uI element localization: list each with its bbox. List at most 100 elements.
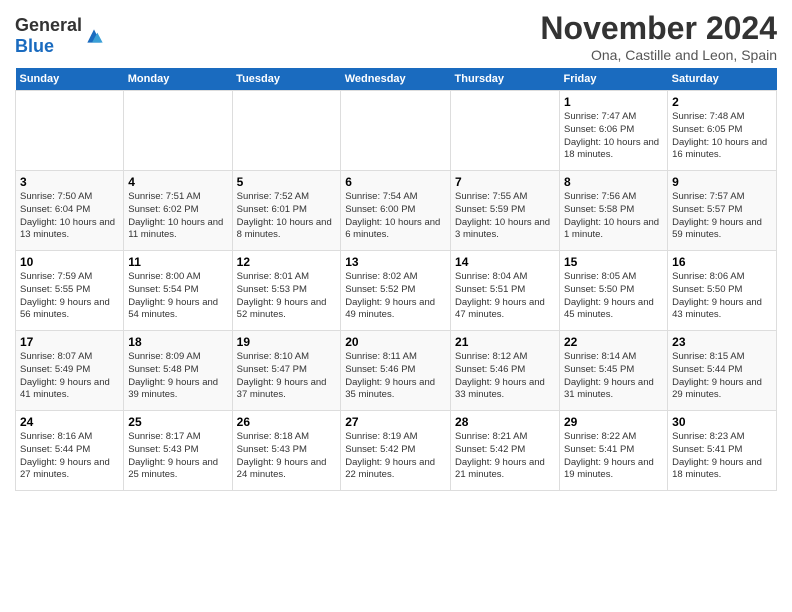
calendar-week-2: 3Sunrise: 7:50 AM Sunset: 6:04 PM Daylig… <box>16 171 777 251</box>
header-row: Sunday Monday Tuesday Wednesday Thursday… <box>16 68 777 91</box>
day-info: Sunrise: 8:07 AM Sunset: 5:49 PM Dayligh… <box>20 351 119 402</box>
day-info: Sunrise: 8:19 AM Sunset: 5:42 PM Dayligh… <box>345 431 446 482</box>
day-number: 21 <box>455 335 555 349</box>
calendar-week-1: 1 Sunrise: 7:47 AM Sunset: 6:06 PM Daylig… <box>16 91 777 171</box>
calendar-week-4: 17 Sunrise: 8:07 AM Sunset: 5:49 PM Dayli… <box>16 331 777 411</box>
day-number: 22 <box>564 335 663 349</box>
calendar-cell: 2Sunrise: 7:48 AM Sunset: 6:05 PM Daylig… <box>668 91 777 171</box>
day-info: Sunrise: 8:10 AM Sunset: 5:47 PM Dayligh… <box>237 351 337 402</box>
day-number: 20 <box>345 335 446 349</box>
day-info: Sunrise: 8:16 AM Sunset: 5:44 PM Dayligh… <box>20 431 119 482</box>
col-monday: Monday <box>124 68 232 91</box>
day-info: Sunrise: 7:51 AM Sunset: 6:02 PM Dayligh… <box>128 191 227 242</box>
col-wednesday: Wednesday <box>341 68 451 91</box>
day-info: Sunrise: 8:02 AM Sunset: 5:52 PM Dayligh… <box>345 271 446 322</box>
calendar-cell: 21 Sunrise: 8:12 AM Sunset: 5:46 PM Dayli… <box>451 331 560 411</box>
logo: General Blue <box>15 15 104 57</box>
day-number: 30 <box>672 415 772 429</box>
title-block: November 2024 Ona, Castille and Leon, Sp… <box>540 10 777 63</box>
calendar-cell <box>232 91 341 171</box>
day-info: Sunrise: 8:22 AM Sunset: 5:41 PM Dayligh… <box>564 431 663 482</box>
day-number: 1 <box>564 95 663 109</box>
day-info: Sunrise: 7:47 AM Sunset: 6:06 PM Dayligh… <box>564 111 663 162</box>
calendar-cell: 9 Sunrise: 7:57 AM Sunset: 5:57 PM Daylig… <box>668 171 777 251</box>
day-info: Sunrise: 8:01 AM Sunset: 5:53 PM Dayligh… <box>237 271 337 322</box>
calendar-cell: 11Sunrise: 8:00 AM Sunset: 5:54 PM Dayli… <box>124 251 232 331</box>
calendar-cell: 24Sunrise: 8:16 AM Sunset: 5:44 PM Dayli… <box>16 411 124 491</box>
day-info: Sunrise: 8:12 AM Sunset: 5:46 PM Dayligh… <box>455 351 555 402</box>
day-number: 18 <box>128 335 227 349</box>
location: Ona, Castille and Leon, Spain <box>540 47 777 63</box>
calendar-cell: 10 Sunrise: 7:59 AM Sunset: 5:55 PM Dayli… <box>16 251 124 331</box>
calendar-table: Sunday Monday Tuesday Wednesday Thursday… <box>15 68 777 491</box>
logo-text: General Blue <box>15 15 82 57</box>
calendar-cell: 5 Sunrise: 7:52 AM Sunset: 6:01 PM Daylig… <box>232 171 341 251</box>
day-number: 7 <box>455 175 555 189</box>
logo-blue: Blue <box>15 36 54 56</box>
calendar-cell: 28Sunrise: 8:21 AM Sunset: 5:42 PM Dayli… <box>451 411 560 491</box>
day-number: 25 <box>128 415 227 429</box>
day-number: 10 <box>20 255 119 269</box>
calendar-cell: 30 Sunrise: 8:23 AM Sunset: 5:41 PM Dayli… <box>668 411 777 491</box>
calendar-cell: 22 Sunrise: 8:14 AM Sunset: 5:45 PM Dayli… <box>560 331 668 411</box>
day-number: 17 <box>20 335 119 349</box>
day-number: 16 <box>672 255 772 269</box>
day-info: Sunrise: 8:06 AM Sunset: 5:50 PM Dayligh… <box>672 271 772 322</box>
day-number: 19 <box>237 335 337 349</box>
day-number: 9 <box>672 175 772 189</box>
day-info: Sunrise: 7:54 AM Sunset: 6:00 PM Dayligh… <box>345 191 446 242</box>
calendar-cell: 19 Sunrise: 8:10 AM Sunset: 5:47 PM Dayli… <box>232 331 341 411</box>
calendar-cell <box>16 91 124 171</box>
day-number: 26 <box>237 415 337 429</box>
day-info: Sunrise: 7:57 AM Sunset: 5:57 PM Dayligh… <box>672 191 772 242</box>
calendar-cell: 1 Sunrise: 7:47 AM Sunset: 6:06 PM Daylig… <box>560 91 668 171</box>
calendar-cell: 17 Sunrise: 8:07 AM Sunset: 5:49 PM Dayli… <box>16 331 124 411</box>
day-info: Sunrise: 8:15 AM Sunset: 5:44 PM Dayligh… <box>672 351 772 402</box>
day-number: 27 <box>345 415 446 429</box>
calendar-cell <box>451 91 560 171</box>
day-number: 29 <box>564 415 663 429</box>
day-info: Sunrise: 8:14 AM Sunset: 5:45 PM Dayligh… <box>564 351 663 402</box>
day-number: 23 <box>672 335 772 349</box>
calendar-cell: 26 Sunrise: 8:18 AM Sunset: 5:43 PM Dayli… <box>232 411 341 491</box>
day-number: 6 <box>345 175 446 189</box>
day-number: 5 <box>237 175 337 189</box>
col-tuesday: Tuesday <box>232 68 341 91</box>
calendar-cell <box>124 91 232 171</box>
calendar-cell <box>341 91 451 171</box>
calendar-cell: 16 Sunrise: 8:06 AM Sunset: 5:50 PM Dayli… <box>668 251 777 331</box>
calendar-cell: 25Sunrise: 8:17 AM Sunset: 5:43 PM Dayli… <box>124 411 232 491</box>
day-info: Sunrise: 7:56 AM Sunset: 5:58 PM Dayligh… <box>564 191 663 242</box>
calendar-cell: 27 Sunrise: 8:19 AM Sunset: 5:42 PM Dayli… <box>341 411 451 491</box>
day-info: Sunrise: 7:59 AM Sunset: 5:55 PM Dayligh… <box>20 271 119 322</box>
month-title: November 2024 <box>540 10 777 47</box>
day-number: 13 <box>345 255 446 269</box>
day-info: Sunrise: 8:11 AM Sunset: 5:46 PM Dayligh… <box>345 351 446 402</box>
logo-icon <box>84 26 104 46</box>
day-number: 2 <box>672 95 772 109</box>
day-number: 28 <box>455 415 555 429</box>
calendar-week-5: 24Sunrise: 8:16 AM Sunset: 5:44 PM Dayli… <box>16 411 777 491</box>
calendar-cell: 29 Sunrise: 8:22 AM Sunset: 5:41 PM Dayli… <box>560 411 668 491</box>
day-number: 8 <box>564 175 663 189</box>
calendar-cell: 7 Sunrise: 7:55 AM Sunset: 5:59 PM Daylig… <box>451 171 560 251</box>
col-friday: Friday <box>560 68 668 91</box>
col-saturday: Saturday <box>668 68 777 91</box>
calendar-cell: 15Sunrise: 8:05 AM Sunset: 5:50 PM Dayli… <box>560 251 668 331</box>
logo-general: General <box>15 15 82 35</box>
col-sunday: Sunday <box>16 68 124 91</box>
day-info: Sunrise: 8:18 AM Sunset: 5:43 PM Dayligh… <box>237 431 337 482</box>
day-info: Sunrise: 7:52 AM Sunset: 6:01 PM Dayligh… <box>237 191 337 242</box>
day-number: 11 <box>128 255 227 269</box>
col-thursday: Thursday <box>451 68 560 91</box>
header: General Blue November 2024 Ona, Castille… <box>15 10 777 63</box>
calendar-cell: 18Sunrise: 8:09 AM Sunset: 5:48 PM Dayli… <box>124 331 232 411</box>
day-number: 4 <box>128 175 227 189</box>
day-info: Sunrise: 7:55 AM Sunset: 5:59 PM Dayligh… <box>455 191 555 242</box>
day-number: 15 <box>564 255 663 269</box>
calendar-cell: 12 Sunrise: 8:01 AM Sunset: 5:53 PM Dayli… <box>232 251 341 331</box>
calendar-cell: 6 Sunrise: 7:54 AM Sunset: 6:00 PM Daylig… <box>341 171 451 251</box>
calendar-cell: 13 Sunrise: 8:02 AM Sunset: 5:52 PM Dayli… <box>341 251 451 331</box>
day-info: Sunrise: 8:23 AM Sunset: 5:41 PM Dayligh… <box>672 431 772 482</box>
day-number: 12 <box>237 255 337 269</box>
